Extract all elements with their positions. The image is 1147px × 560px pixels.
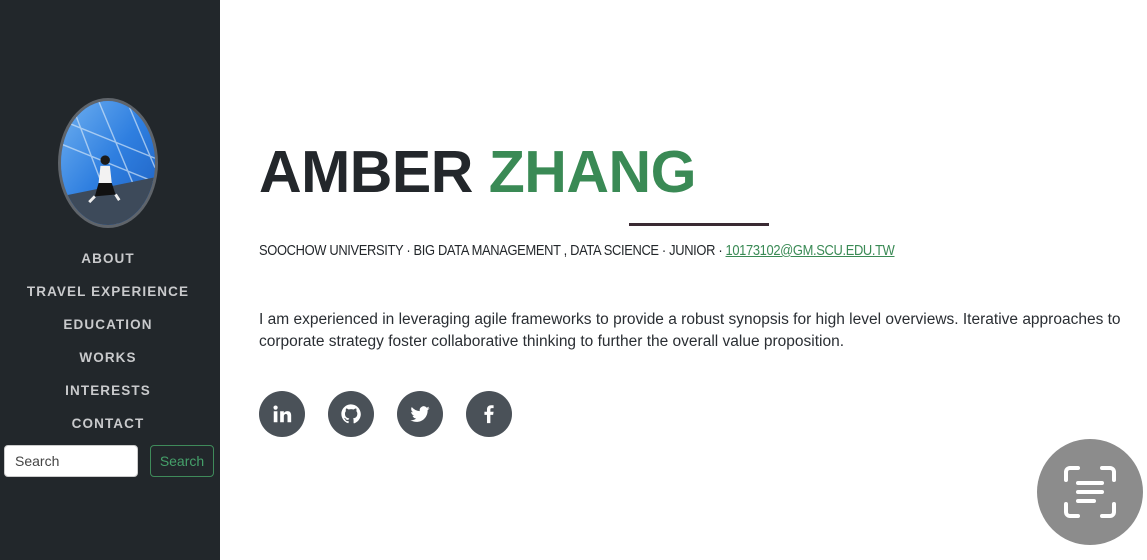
linkedin-button[interactable]: [259, 391, 305, 437]
search-form: Search: [4, 445, 216, 477]
nav-link-works[interactable]: WORKS: [79, 350, 136, 365]
last-name: ZHANG: [488, 139, 697, 205]
title-divider: [629, 223, 769, 226]
search-button[interactable]: Search: [150, 445, 214, 477]
page-title: AMBER ZHANG: [259, 138, 697, 206]
github-button[interactable]: [328, 391, 374, 437]
nav-link-education[interactable]: EDUCATION: [63, 317, 152, 332]
nav-link-travel-experience[interactable]: TRAVEL EXPERIENCE: [27, 284, 189, 299]
linkedin-icon: [273, 405, 292, 423]
facebook-icon: [484, 405, 494, 424]
nav-link-contact[interactable]: CONTACT: [72, 416, 145, 431]
year-text: JUNIOR: [669, 242, 716, 259]
sidebar-nav: ABOUT TRAVEL EXPERIENCE EDUCATION WORKS …: [0, 242, 216, 440]
separator: ·: [715, 242, 726, 259]
nav-item-interests[interactable]: INTERESTS: [0, 374, 216, 407]
profile-avatar: [58, 98, 158, 228]
sidebar: ABOUT TRAVEL EXPERIENCE EDUCATION WORKS …: [0, 0, 220, 560]
github-icon: [341, 404, 361, 424]
email-link[interactable]: 10173102@GM.SCU.EDU.TW: [726, 242, 895, 259]
separator: ·: [403, 242, 414, 259]
profile-subheading: SOOCHOW UNIVERSITY · BIG DATA MANAGEMENT…: [259, 242, 895, 259]
nav-item-travel-experience[interactable]: TRAVEL EXPERIENCE: [0, 275, 216, 308]
nav-link-interests[interactable]: INTERESTS: [65, 383, 151, 398]
scan-text-button[interactable]: [1037, 439, 1143, 545]
nav-item-works[interactable]: WORKS: [0, 341, 216, 374]
school-text: SOOCHOW UNIVERSITY: [259, 242, 404, 259]
twitter-button[interactable]: [397, 391, 443, 437]
facebook-button[interactable]: [466, 391, 512, 437]
nav-link-about[interactable]: ABOUT: [81, 251, 135, 266]
major-text: BIG DATA MANAGEMENT , DATA SCIENCE: [413, 242, 659, 259]
scan-text-icon: [1064, 466, 1116, 518]
first-name: AMBER: [259, 139, 473, 205]
separator: ·: [658, 242, 670, 259]
nav-item-about[interactable]: ABOUT: [0, 242, 216, 275]
nav-item-contact[interactable]: CONTACT: [0, 407, 216, 440]
twitter-icon: [410, 406, 430, 422]
nav-item-education[interactable]: EDUCATION: [0, 308, 216, 341]
search-input[interactable]: [4, 445, 138, 477]
bio-text: I am experienced in leveraging agile fra…: [259, 311, 1121, 350]
